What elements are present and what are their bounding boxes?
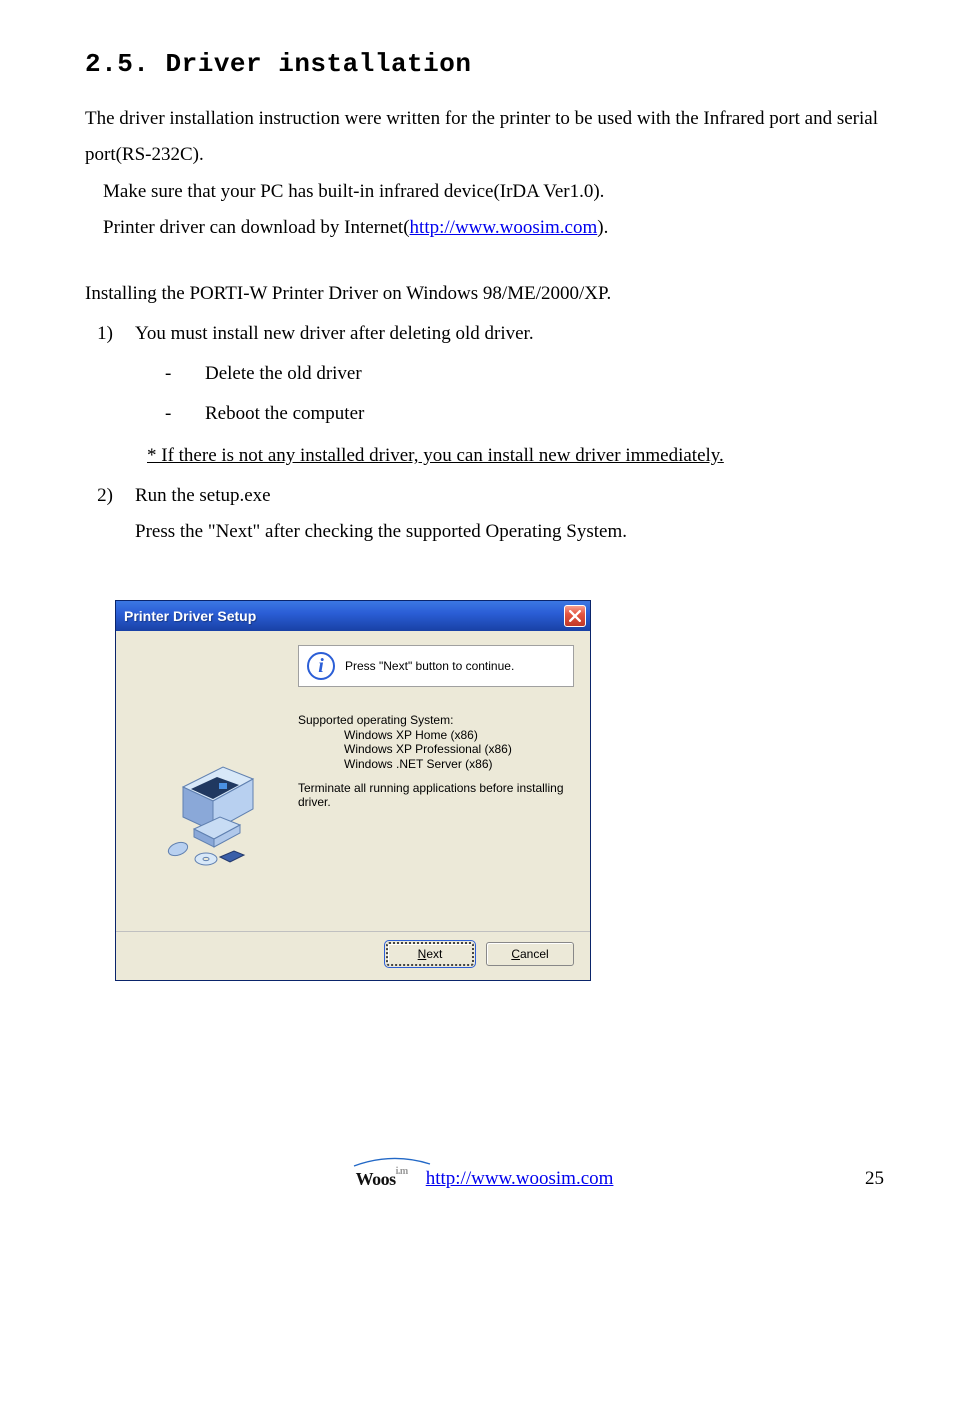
close-button[interactable] (564, 605, 586, 627)
close-icon (569, 610, 581, 622)
p3-post: ). (597, 217, 608, 238)
download-link[interactable]: http://www.woosim.com (410, 217, 598, 238)
cancel-accel: C (511, 947, 520, 961)
li2-text: Run the setup.exe (135, 478, 884, 514)
list-item-1: 1) You must install new driver after del… (85, 316, 884, 352)
printer-driver-setup-dialog: Printer Driver Setup (115, 600, 591, 981)
li1-sub-b: - Reboot the computer (165, 396, 884, 432)
list-item-2: 2) Run the setup.exe (85, 478, 884, 514)
paragraph-3: Printer driver can download by Internet(… (103, 210, 884, 246)
computer-icon (148, 739, 278, 869)
dialog-graphic-pane (128, 645, 298, 923)
li1-text: You must install new driver after deleti… (135, 316, 884, 352)
li1-sub-b-text: Reboot the computer (205, 396, 364, 432)
next-post: ext (426, 947, 442, 961)
section-heading: 2.5. Driver installation (85, 40, 884, 89)
paragraph-4: Installing the PORTI-W Printer Driver on… (85, 276, 884, 312)
li1-sub-a: - Delete the old driver (165, 356, 884, 392)
page-number: 25 (865, 1161, 884, 1197)
os-item-2: Windows XP Professional (x86) (344, 742, 574, 756)
dialog-title: Printer Driver Setup (124, 608, 256, 625)
terminate-note: Terminate all running applications befor… (298, 781, 574, 810)
li1-sub-a-text: Delete the old driver (205, 356, 362, 392)
os-item-1: Windows XP Home (x86) (344, 728, 574, 742)
info-icon: i (307, 652, 335, 680)
cancel-post: ancel (520, 947, 549, 961)
supported-os-block: Supported operating System: Windows XP H… (298, 713, 574, 771)
page-footer: Woosi.m http://www.woosim.com 25 (85, 1161, 884, 1197)
li2-number: 2) (85, 478, 135, 514)
li2-sub: Press the "Next" after checking the supp… (135, 514, 884, 550)
logo-main: Woos (356, 1169, 396, 1189)
os-item-3: Windows .NET Server (x86) (344, 757, 574, 771)
info-box: i Press "Next" button to continue. (298, 645, 574, 687)
li1-note: * If there is not any installed driver, … (147, 438, 884, 474)
next-button[interactable]: Next (386, 942, 474, 966)
dash-icon: - (165, 356, 205, 392)
paragraph-2: Make sure that your PC has built-in infr… (103, 174, 884, 210)
info-text: Press "Next" button to continue. (345, 659, 514, 673)
os-heading: Supported operating System: (298, 713, 574, 727)
logo-swoosh-icon (352, 1156, 432, 1168)
footer-link[interactable]: http://www.woosim.com (426, 1161, 614, 1197)
titlebar: Printer Driver Setup (116, 601, 590, 631)
dialog-button-row: Next Cancel (116, 931, 590, 980)
cancel-button[interactable]: Cancel (486, 942, 574, 966)
paragraph-1: The driver installation instruction were… (85, 101, 884, 173)
li1-number: 1) (85, 316, 135, 352)
dash-icon: - (165, 396, 205, 432)
woosim-logo: Woosi.m (356, 1162, 408, 1196)
p3-pre: Printer driver can download by Internet( (103, 217, 410, 238)
